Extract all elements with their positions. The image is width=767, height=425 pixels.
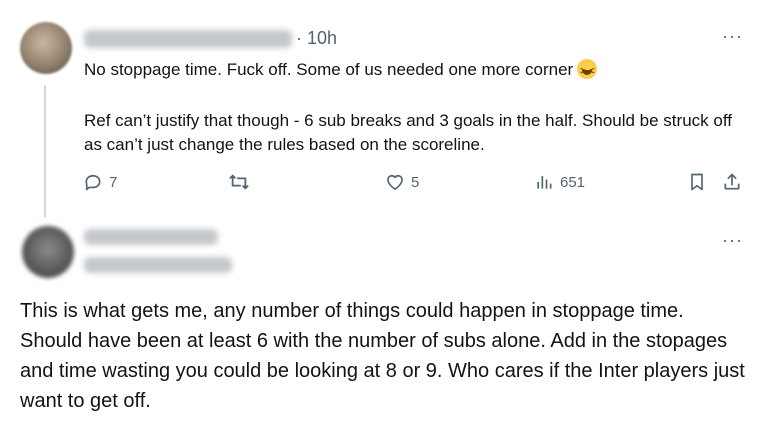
- thread-connector-line: [44, 85, 46, 217]
- retweet-icon: [229, 174, 249, 190]
- like-button[interactable]: 5: [385, 172, 419, 192]
- blurred-username: [84, 30, 292, 48]
- views-chart-icon: [537, 176, 552, 189]
- share-button[interactable]: [722, 172, 742, 192]
- tweet-text-line: No stoppage time. Fuck off. Some of us n…: [84, 58, 598, 84]
- tweet-timestamp[interactable]: · 10h: [296, 28, 337, 49]
- reply-icon: [85, 174, 101, 191]
- bookmark-button[interactable]: [688, 172, 706, 192]
- grinning-squinting-face-emoji-icon: [577, 59, 598, 84]
- tweet-text-paragraph: Ref can’t justify that though - 6 sub br…: [84, 111, 732, 154]
- share-icon: [724, 173, 740, 190]
- avatar[interactable]: [20, 22, 72, 74]
- reply-button[interactable]: 7: [83, 172, 117, 192]
- avatar[interactable]: [22, 226, 74, 278]
- view-count: 651: [560, 173, 586, 191]
- reply-count: 7: [109, 173, 118, 191]
- more-options-icon[interactable]: ···: [722, 26, 743, 47]
- bookmark-icon: [691, 173, 703, 191]
- blurred-handle: [84, 257, 232, 273]
- retweet-button[interactable]: [228, 172, 250, 192]
- views-button[interactable]: 651: [534, 172, 585, 192]
- tweet-text: This is what gets me, any number of thin…: [20, 300, 745, 412]
- tweet-text: No stoppage time. Fuck off. Some of us n…: [84, 60, 574, 79]
- blurred-display-name: [84, 229, 218, 245]
- more-options-icon[interactable]: ···: [722, 230, 743, 251]
- heart-icon: [387, 174, 403, 190]
- like-count: 5: [411, 173, 420, 191]
